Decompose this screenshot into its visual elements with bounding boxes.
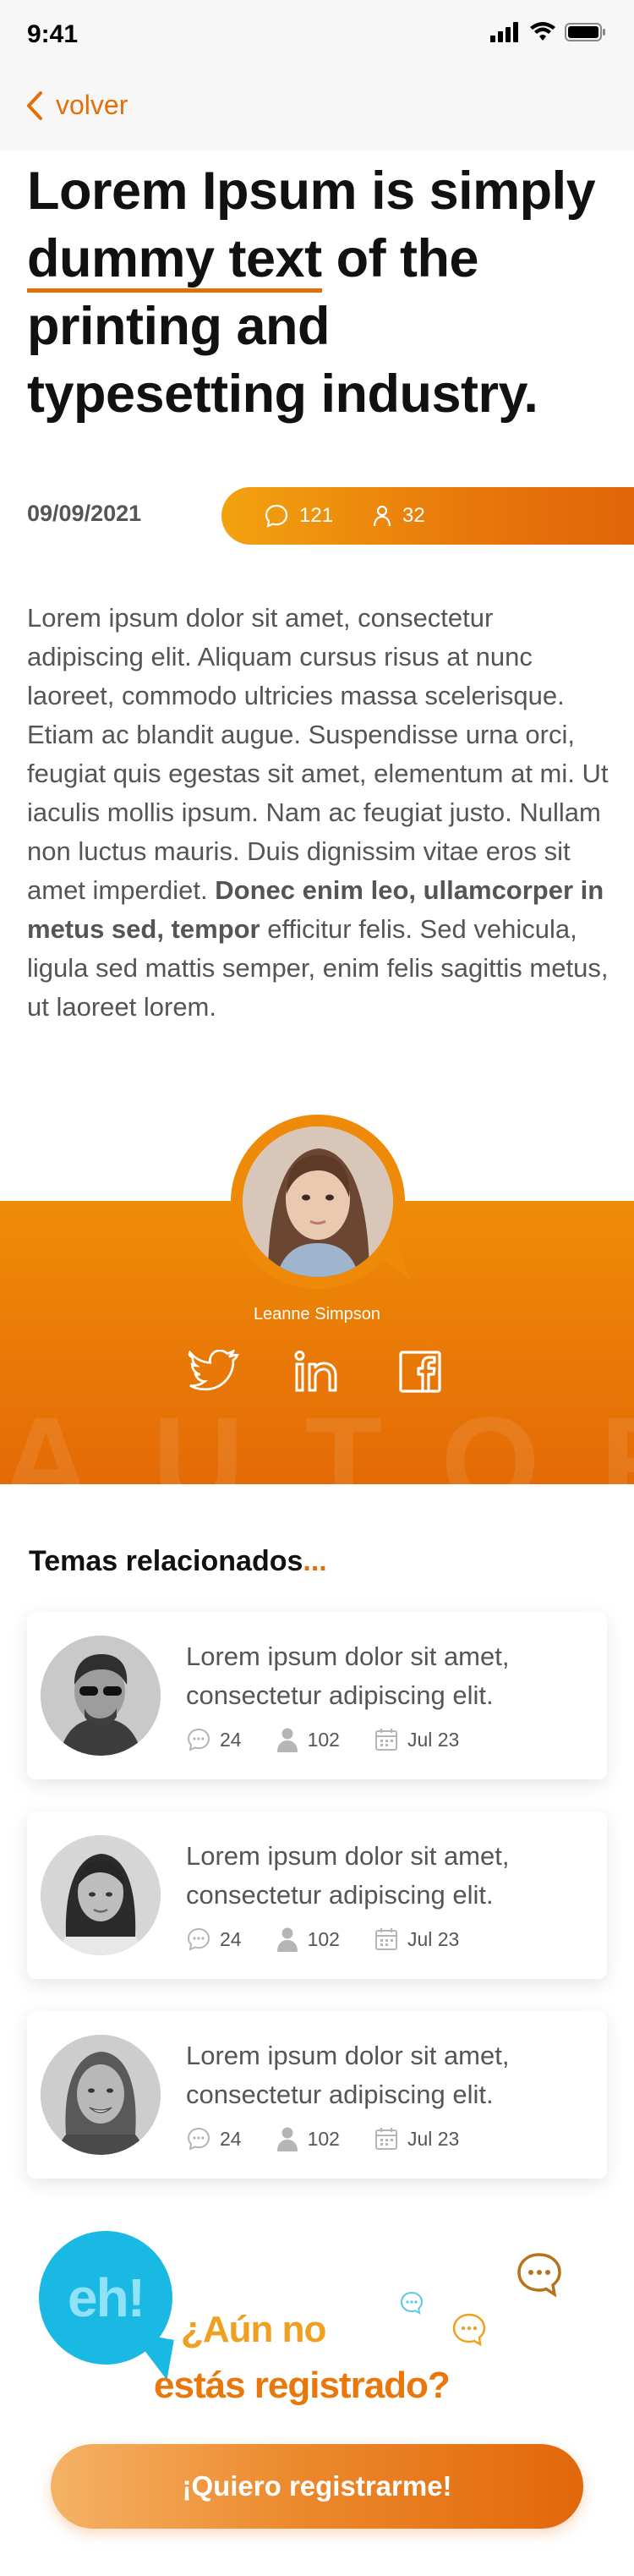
related-title: Temas relacionados... [29, 1545, 327, 1578]
related-title-text: Temas relacionados [29, 1545, 303, 1577]
brand-logo: eh! [39, 2231, 172, 2365]
calendar-icon [374, 1928, 397, 1950]
calendar-icon [374, 1729, 397, 1751]
register-button[interactable]: ¡Quiero registrarme! [51, 2444, 583, 2529]
related-date: Jul 23 [407, 1728, 460, 1751]
related-comment-count: 24 [220, 1927, 242, 1950]
status-bar: 9:41 [0, 0, 634, 74]
chat-bubble-icon [452, 2313, 486, 2347]
status-icons [490, 22, 607, 42]
related-thumb [41, 2035, 161, 2155]
related-reader-count: 102 [307, 1927, 340, 1950]
article-date: 09/09/2021 [27, 501, 142, 526]
register-heading-line1: ¿Aún no [181, 2309, 326, 2350]
signal-icon [490, 22, 518, 42]
comment-icon [187, 1927, 210, 1951]
article-body: Lorem ipsum dolor sit amet, consectetur … [27, 599, 610, 1027]
related-card[interactable]: Lorem ipsum dolor sit amet, consectetur … [27, 2011, 607, 2179]
related-card[interactable]: Lorem ipsum dolor sit amet, consectetur … [27, 1612, 607, 1779]
related-card-text: Lorem ipsum dolor sit amet, consectetur … [186, 1841, 510, 1910]
battery-icon [565, 23, 605, 41]
top-nav: volver [0, 74, 634, 151]
comment-icon [187, 1728, 210, 1751]
brand-logo-text: eh! [68, 2267, 145, 2328]
person-icon [276, 2127, 298, 2151]
comment-icon [187, 2127, 210, 2151]
related-card-meta: 24 102 Jul 23 [186, 1927, 459, 1952]
related-title-suffix: ... [303, 1545, 327, 1577]
chat-bubble-icon [517, 2253, 561, 2298]
comment-icon [265, 504, 288, 528]
twitter-button[interactable] [187, 1346, 241, 1397]
author-name: Leanne Simpson [253, 1305, 381, 1324]
chevron-left-icon [27, 90, 42, 120]
status-time: 9:41 [27, 20, 79, 48]
related-portrait [41, 1636, 161, 1756]
reader-count: 32 [402, 504, 425, 527]
social-links [0, 1346, 634, 1397]
register-heading-line2: estás registrado? [154, 2365, 451, 2406]
related-thumb [41, 1835, 161, 1955]
related-card-meta: 24 102 Jul 23 [186, 1727, 459, 1752]
author-watermark: AUTOR [0, 1390, 634, 1484]
article-stats: 121 32 [221, 487, 634, 545]
facebook-icon [399, 1351, 441, 1393]
related-comment-count: 24 [220, 1728, 242, 1751]
twitter-icon [188, 1350, 239, 1391]
related-card-meta: 24 102 Jul 23 [186, 2126, 459, 2151]
calendar-icon [374, 2128, 397, 2150]
related-card-text: Lorem ipsum dolor sit amet, consectetur … [186, 2041, 510, 2109]
related-date: Jul 23 [407, 2127, 460, 2150]
author-portrait [243, 1126, 393, 1277]
article-title: Lorem Ipsum is simply dummy text of the … [27, 157, 619, 428]
related-date: Jul 23 [407, 1927, 460, 1950]
related-card-text: Lorem ipsum dolor sit amet, consectetur … [186, 1642, 510, 1710]
related-reader-count: 102 [307, 2127, 340, 2150]
linkedin-icon [294, 1351, 337, 1392]
related-portrait [41, 2035, 161, 2155]
related-card[interactable]: Lorem ipsum dolor sit amet, consectetur … [27, 1811, 607, 1979]
related-thumb [41, 1636, 161, 1756]
person-icon [373, 505, 391, 527]
chat-bubble-icon [400, 2291, 424, 2315]
person-icon [276, 1728, 298, 1752]
facebook-button[interactable] [393, 1346, 447, 1397]
title-highlight: dummy text [27, 229, 322, 293]
body-text-1: Lorem ipsum dolor sit amet, consectetur … [27, 603, 609, 905]
linkedin-button[interactable] [290, 1346, 344, 1397]
wifi-icon [530, 22, 555, 41]
title-part1: Lorem Ipsum is simply [27, 162, 596, 221]
comment-count: 121 [299, 504, 334, 527]
back-button[interactable]: volver [25, 90, 128, 121]
related-comment-count: 24 [220, 2127, 242, 2150]
person-icon [276, 1927, 298, 1952]
back-label: volver [56, 90, 128, 120]
related-portrait [41, 1835, 161, 1955]
related-reader-count: 102 [307, 1728, 340, 1751]
author-avatar [243, 1126, 393, 1277]
register-button-label: ¡Quiero registrarme! [182, 2470, 452, 2502]
